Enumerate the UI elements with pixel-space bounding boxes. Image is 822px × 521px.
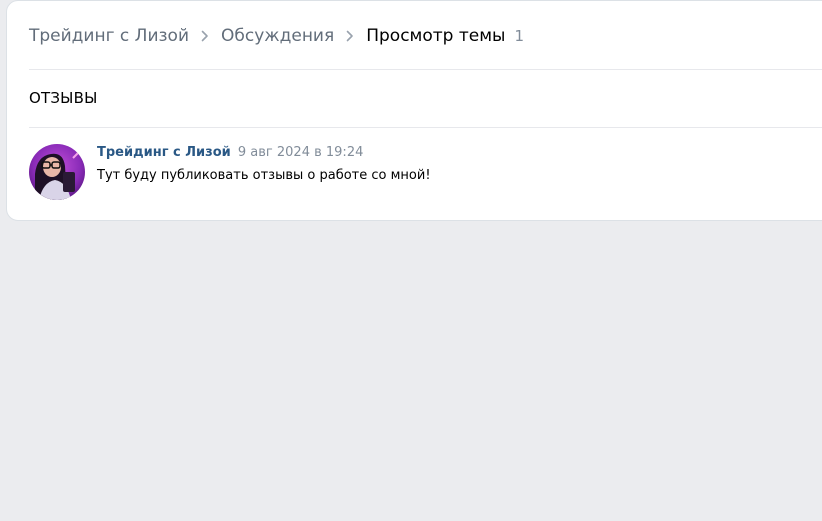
- post-meta: Трейдинг с Лизой 9 авг 2024 в 19:24: [97, 144, 431, 162]
- post-body: Трейдинг с Лизой 9 авг 2024 в 19:24 Тут …: [97, 144, 431, 200]
- breadcrumb-item-discussions[interactable]: Обсуждения: [221, 23, 334, 49]
- post-date[interactable]: 9 авг 2024 в 19:24: [238, 145, 363, 160]
- post-count-badge: 1: [514, 27, 525, 45]
- post: Трейдинг с Лизой 9 авг 2024 в 19:24 Тут …: [29, 144, 431, 200]
- avatar[interactable]: [29, 144, 85, 200]
- breadcrumb-current: Просмотр темы: [366, 26, 506, 46]
- chevron-right-icon: [201, 23, 209, 49]
- post-author-link[interactable]: Трейдинг с Лизой: [97, 145, 231, 160]
- breadcrumb: Трейдинг с Лизой Обсуждения Просмотр тем…: [29, 23, 524, 49]
- divider: [29, 69, 822, 70]
- topic-card: Трейдинг с Лизой Обсуждения Просмотр тем…: [6, 0, 822, 221]
- topic-title: ОТЗЫВЫ: [29, 89, 98, 107]
- breadcrumb-item-community[interactable]: Трейдинг с Лизой: [29, 23, 189, 49]
- post-text: Тут буду публиковать отзывы о работе со …: [97, 168, 431, 183]
- chevron-right-icon: [346, 23, 354, 49]
- divider: [29, 127, 822, 128]
